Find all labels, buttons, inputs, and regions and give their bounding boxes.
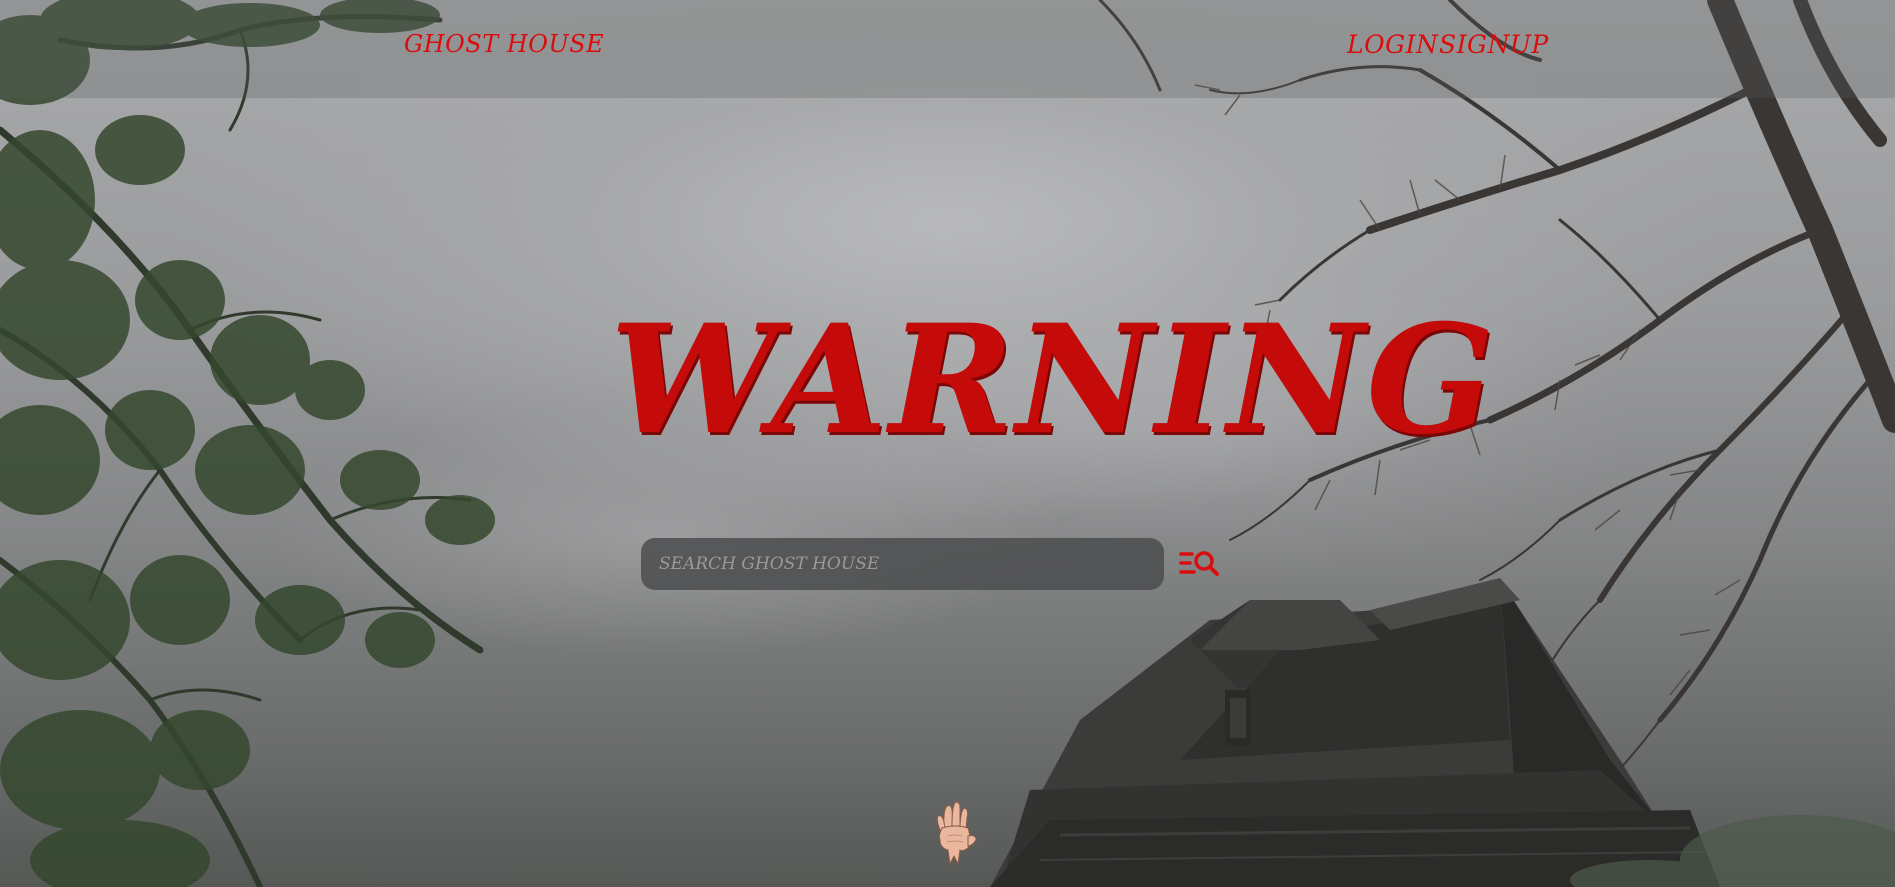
login-link[interactable]: LOGIN xyxy=(1347,30,1438,59)
warning-headline: WARNING xyxy=(610,292,1497,468)
haunted-house xyxy=(990,578,1720,887)
left-tree-leaves xyxy=(0,0,495,887)
top-navigation-bar: GHOST HOUSE LOGIN SIGNUP xyxy=(0,0,1895,98)
list-search-icon[interactable] xyxy=(1178,546,1222,580)
creepy-hand-icon xyxy=(936,801,977,866)
search-input[interactable] xyxy=(641,538,1164,590)
signup-link[interactable]: SIGNUP xyxy=(1439,30,1549,59)
page-background: GHOST HOUSE LOGIN SIGNUP WARNING xyxy=(0,0,1895,887)
site-logo-text[interactable]: GHOST HOUSE xyxy=(404,30,604,58)
